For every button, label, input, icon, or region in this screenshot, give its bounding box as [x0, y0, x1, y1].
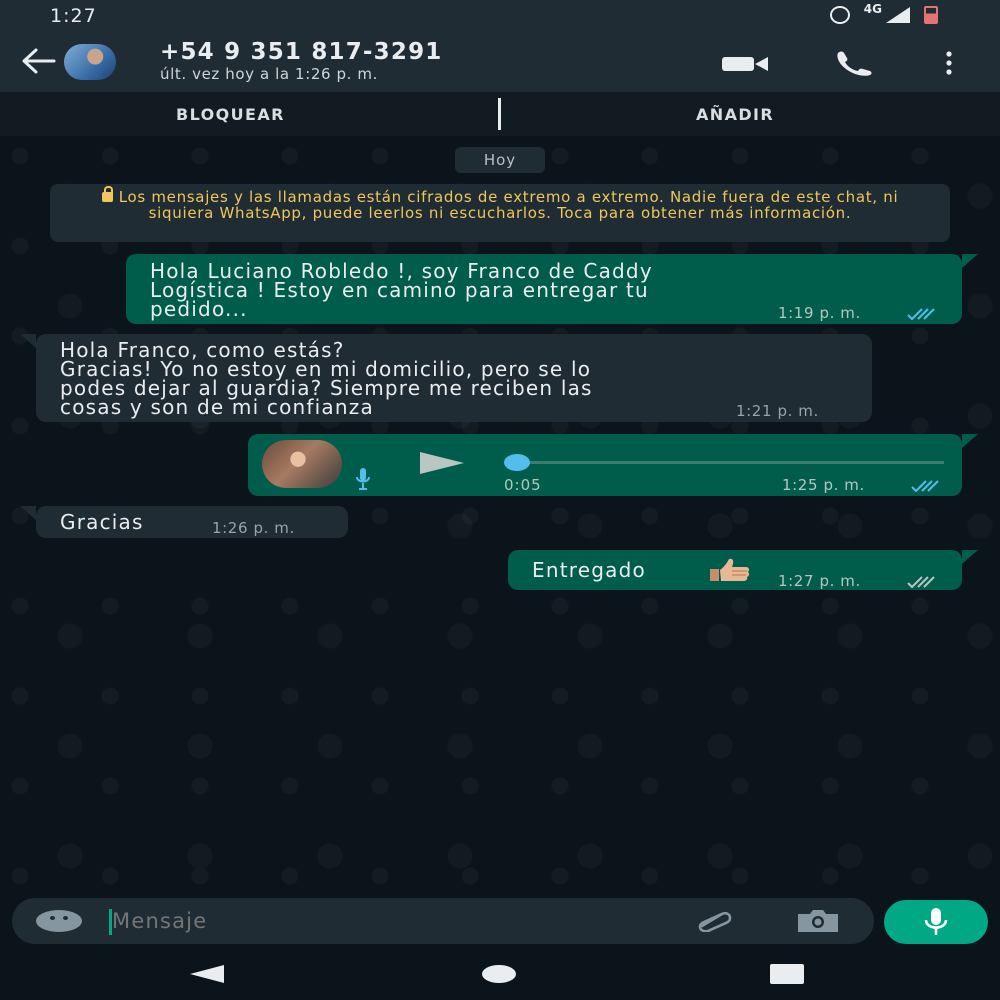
thumbs-up-emoji-icon	[710, 558, 750, 581]
action-divider	[498, 98, 501, 130]
date-chip: Hoy	[455, 147, 545, 173]
emoji-icon[interactable]	[36, 910, 82, 932]
message-time: 1:21 p. m.	[736, 402, 819, 420]
video-call-icon[interactable]	[722, 56, 768, 72]
incoming-message[interactable]: Hola Franco, como estás? Gracias! Yo no …	[36, 334, 872, 422]
signal-icon	[886, 7, 910, 23]
outgoing-message[interactable]: Hola Luciano Robledo !, soy Franco de Ca…	[126, 254, 962, 324]
contact-name[interactable]: +54 9 351 817-3291	[160, 39, 442, 65]
message-time: 1:25 p. m.	[782, 476, 865, 494]
microphone-icon	[356, 468, 370, 490]
camera-icon[interactable]	[794, 909, 842, 933]
system-back-icon[interactable]	[190, 965, 224, 983]
bubble-tail	[20, 334, 36, 348]
status-icons: 4G	[829, 2, 938, 24]
bubble-tail	[962, 550, 978, 564]
chat-header: +54 9 351 817-3291 últ. vez hoy a la 1:2…	[0, 32, 1000, 92]
bubble-tail	[20, 506, 36, 520]
add-contact-button[interactable]: AÑADIR	[696, 105, 774, 124]
microphone-icon	[924, 908, 948, 935]
read-ticks-icon	[911, 480, 939, 492]
composer-bar	[0, 890, 1000, 950]
message-time: 1:26 p. m.	[212, 519, 295, 537]
play-icon[interactable]	[420, 452, 464, 474]
message-time: 1:19 p. m.	[778, 304, 861, 322]
system-navigation-bar	[0, 950, 1000, 1000]
contact-avatar[interactable]	[64, 44, 116, 80]
system-recents-icon[interactable]	[770, 964, 804, 984]
incoming-message[interactable]: Gracias 1:26 p. m.	[36, 506, 348, 538]
message-input-container[interactable]	[12, 898, 874, 944]
encryption-notice[interactable]: Los mensajes y las llamadas están cifrad…	[50, 184, 950, 242]
message-line: Logística ! Estoy en camino para entrega…	[150, 278, 649, 302]
lock-icon	[101, 186, 113, 202]
read-ticks-icon	[907, 308, 935, 320]
voice-call-icon[interactable]	[834, 50, 874, 76]
delivered-ticks-icon	[907, 576, 935, 588]
message-line: Gracias	[60, 510, 144, 534]
alarm-icon	[829, 6, 850, 24]
more-options-icon[interactable]	[942, 50, 956, 76]
status-bar: 1:27 4G	[0, 0, 1000, 32]
voice-message[interactable]: 0:05 1:25 p. m.	[248, 434, 962, 496]
system-home-icon[interactable]	[482, 965, 516, 983]
bubble-tail	[962, 254, 978, 268]
voice-record-button[interactable]	[884, 900, 988, 944]
message-line: cosas y son de mi confianza	[60, 395, 374, 419]
bubble-tail	[962, 434, 978, 448]
message-input[interactable]	[112, 909, 632, 933]
block-button[interactable]: BLOQUEAR	[176, 105, 285, 124]
message-time: 1:27 p. m.	[778, 572, 861, 590]
network-type-label: 4G	[863, 2, 882, 16]
last-seen-status: últ. vez hoy a la 1:26 p. m.	[160, 65, 378, 83]
unknown-contact-actions: BLOQUEAR AÑADIR	[0, 92, 1000, 136]
back-arrow-icon[interactable]	[20, 46, 56, 76]
voice-progress-track[interactable]	[516, 461, 944, 464]
message-line: Entregado	[532, 558, 646, 582]
voice-duration: 0:05	[504, 476, 542, 494]
status-time: 1:27	[50, 5, 97, 27]
encryption-notice-text: Los mensajes y las llamadas están cifrad…	[118, 188, 899, 222]
attach-icon[interactable]	[692, 910, 742, 932]
voice-sender-avatar	[262, 440, 342, 488]
battery-icon	[924, 6, 938, 24]
chat-area[interactable]: Hoy Los mensajes y las llamadas están ci…	[0, 136, 1000, 890]
outgoing-message[interactable]: Entregado 1:27 p. m.	[508, 550, 962, 590]
voice-progress-handle[interactable]	[504, 454, 530, 471]
